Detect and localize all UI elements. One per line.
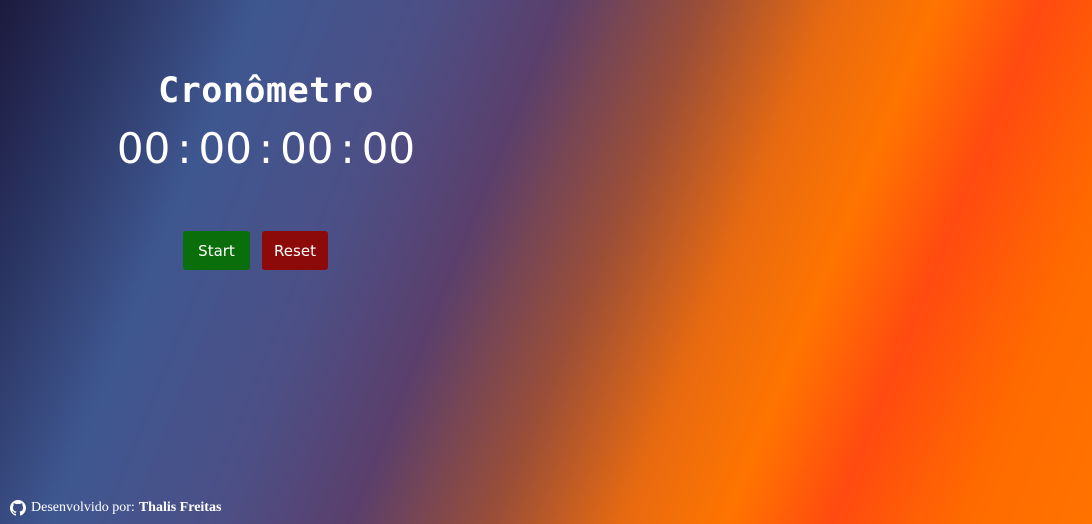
timer-separator: : xyxy=(177,124,192,173)
start-button[interactable]: Start xyxy=(183,231,250,270)
controls: Start Reset xyxy=(183,231,328,270)
timer-centiseconds: 00 xyxy=(361,124,416,173)
timer-separator: : xyxy=(340,124,355,173)
author-link[interactable]: Thalis Freitas xyxy=(139,500,222,516)
timer-seconds: 00 xyxy=(280,124,334,173)
timer-separator: : xyxy=(258,124,274,173)
footer-credit: Desenvolvido por: Thalis Freitas xyxy=(10,500,221,516)
footer-prefix: Desenvolvido por: xyxy=(31,500,135,515)
timer-minutes: 00 xyxy=(198,124,252,173)
stopwatch-panel: Cronômetro 00 : 00 : 00 : 00 xyxy=(100,68,432,176)
page-title: Cronômetro xyxy=(158,71,374,111)
timer-display: 00 : 00 : 00 : 00 xyxy=(100,122,432,176)
github-icon[interactable] xyxy=(10,500,26,516)
reset-button[interactable]: Reset xyxy=(262,231,328,270)
timer-hours: 00 xyxy=(116,124,171,173)
